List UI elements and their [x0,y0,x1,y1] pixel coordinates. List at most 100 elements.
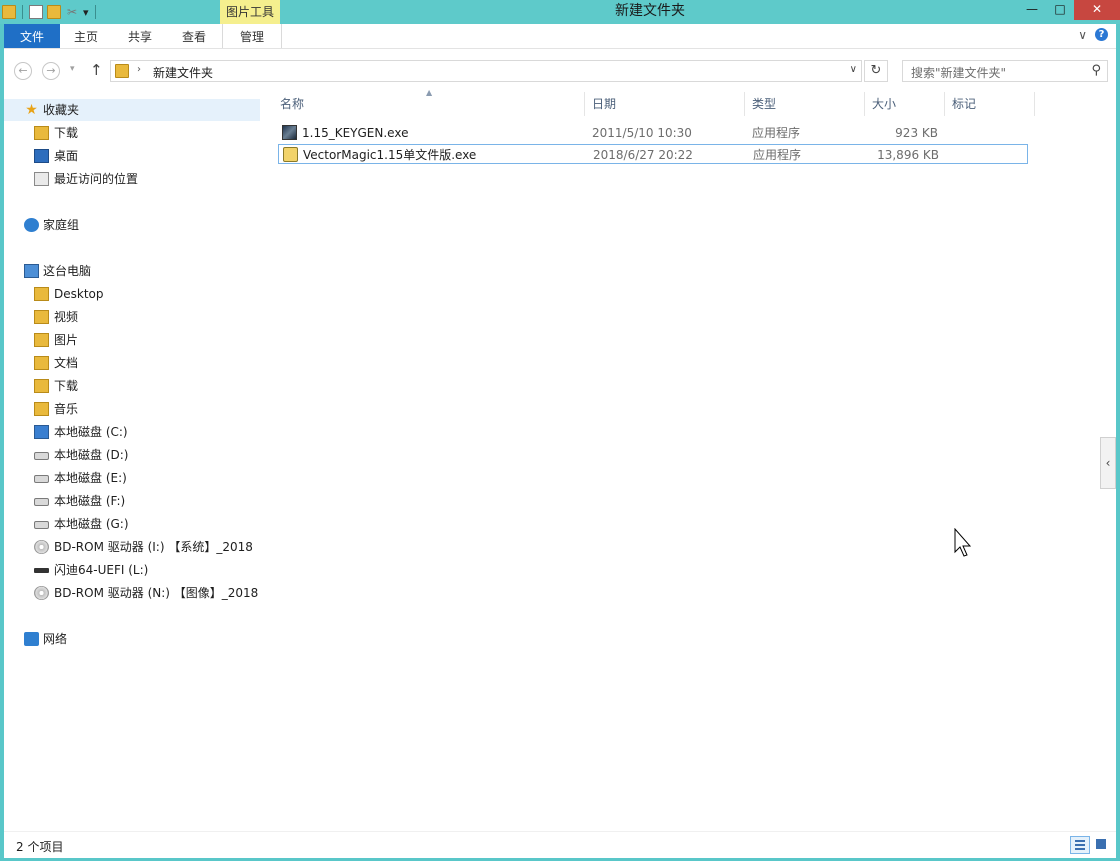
tab-manage[interactable]: 管理 [222,24,282,48]
file-name: VectorMagic1.15单文件版.exe [303,148,477,162]
nav-label: 音乐 [54,402,79,416]
hard-drive-icon [34,475,49,483]
forward-button[interactable]: → [42,62,60,80]
application-icon [282,125,297,140]
ribbon-controls: ∨ ? [1078,28,1108,42]
folder-icon [115,64,129,78]
file-row[interactable]: VectorMagic1.15单文件版.exe 2018/6/27 20:22 … [278,144,1028,164]
music-folder-icon [34,402,49,416]
nav-label: 桌面 [54,149,79,163]
nav-label: BD-ROM 驱动器 (N:) 【图像】_2018 [54,586,259,600]
nav-label: Desktop [54,287,104,301]
downloads-icon [34,379,49,393]
file-size: 923 KB [895,126,938,140]
column-divider[interactable] [584,92,585,116]
hard-drive-icon [34,521,49,529]
details-view-icon [1075,840,1085,850]
window-title: 新建文件夹 [615,3,685,19]
breadcrumb[interactable]: 新建文件夹 [153,64,213,81]
star-icon: ★ [25,102,38,118]
column-divider[interactable] [744,92,745,116]
column-divider[interactable] [1034,92,1035,116]
nav-label: 最近访问的位置 [54,172,139,186]
column-header-type[interactable]: 类型 [752,95,776,113]
homegroup-icon [24,218,39,232]
minimize-button[interactable]: — [1018,0,1046,20]
file-row[interactable]: 1.15_KEYGEN.exe 2011/5/10 10:30 应用程序 923… [278,123,1028,143]
documents-folder-icon [34,356,49,370]
search-input[interactable]: 搜索"新建文件夹" ⚲ [902,60,1108,82]
close-button[interactable]: ✕ [1074,0,1120,20]
file-name: 1.15_KEYGEN.exe [302,126,409,140]
nav-label: 本地磁盘 (E:) [54,471,127,485]
recent-locations-icon[interactable]: ▾ [70,64,75,74]
disc-drive-icon [34,540,49,554]
address-dropdown-icon[interactable]: ∨ [850,64,857,75]
column-header-tags[interactable]: 标记 [952,95,976,113]
tab-home[interactable]: 主页 [60,24,112,48]
nav-label: 下载 [54,379,79,393]
item-count: 2 个项目 [16,840,64,854]
ribbon-tab-strip: 文件 主页 共享 查看 管理 ∨ ? [4,24,1116,48]
maximize-button[interactable]: □ [1046,0,1074,20]
file-date: 2018/6/27 20:22 [593,148,693,162]
nav-label: 图片 [54,333,79,347]
nav-label: 下载 [54,126,79,140]
file-size: 13,896 KB [877,148,939,162]
sort-ascending-icon: ▲ [426,88,433,97]
nav-favorites[interactable]: ★ 收藏夹 [4,99,260,121]
breadcrumb-chevron-icon[interactable]: › [137,64,141,75]
window-controls: — □ ✕ [1018,0,1120,20]
column-divider[interactable] [944,92,945,116]
file-list: ▲ 名称 日期 类型 大小 标记 1.15_KEYGEN.exe 2011/5/… [274,88,1116,831]
nav-label: 闪迪64-UEFI (L:) [54,563,149,577]
nav-label: BD-ROM 驱动器 (I:) 【系统】_2018 [54,540,253,554]
column-header-date[interactable]: 日期 [592,95,616,113]
preview-pane-toggle[interactable]: ‹ [1100,437,1116,489]
refresh-button[interactable]: ↻ [864,60,888,82]
system-drive-icon [34,425,49,439]
expand-ribbon-icon[interactable]: ∨ [1078,28,1087,42]
recent-places-icon [34,172,49,186]
up-button[interactable]: ↑ [90,61,103,79]
column-divider[interactable] [864,92,865,116]
hard-drive-icon [34,498,49,506]
file-date: 2011/5/10 10:30 [592,126,692,140]
address-row: ← → ▾ ↑ › 新建文件夹 ∨ ↻ 搜索"新建文件夹" ⚲ [4,48,1116,93]
mouse-pointer-icon [954,528,972,557]
disc-drive-icon [34,586,49,600]
pictures-folder-icon [34,333,49,347]
nav-label: 本地磁盘 (C:) [54,425,128,439]
tab-share[interactable]: 共享 [114,24,166,48]
nav-label: 这台电脑 [43,264,92,278]
nav-label: 本地磁盘 (F:) [54,494,126,508]
application-icon [283,147,298,162]
large-icons-view-icon [1096,839,1106,849]
explorer-window: ✂ ▾ 图片工具 新建文件夹 — □ ✕ 文件 主页 共享 查看 管理 ∨ ? … [0,0,1120,861]
status-bar: 2 个项目 [4,831,1116,858]
desktop-icon [34,149,49,163]
computer-icon [24,264,39,278]
nav-label: 文档 [54,356,79,370]
address-bar[interactable]: › 新建文件夹 ∨ [110,60,862,82]
folder-icon [34,287,49,301]
nav-label: 家庭组 [43,218,80,232]
downloads-icon [34,126,49,140]
nav-label: 视频 [54,310,79,324]
search-icon[interactable]: ⚲ [1091,63,1101,78]
network-icon [24,632,39,646]
tab-file[interactable]: 文件 [4,24,60,48]
search-placeholder: 搜索"新建文件夹" [911,66,1007,80]
title-bar: ✂ ▾ 图片工具 新建文件夹 — □ ✕ [0,0,1120,24]
column-header-size[interactable]: 大小 [872,95,896,113]
large-icons-view-button[interactable] [1092,836,1112,854]
hard-drive-icon [34,452,49,460]
file-type: 应用程序 [752,126,801,140]
back-button[interactable]: ← [14,62,32,80]
column-header-name[interactable]: 名称 [280,95,304,113]
content-area: ★ 收藏夹 下载 桌面 最近访问的位置 家庭组 这台电脑 Desktop 视频 … [4,88,1116,831]
details-view-button[interactable] [1070,836,1090,854]
help-icon[interactable]: ? [1095,28,1108,41]
nav-label: 本地磁盘 (D:) [54,448,129,462]
tab-view[interactable]: 查看 [168,24,220,48]
